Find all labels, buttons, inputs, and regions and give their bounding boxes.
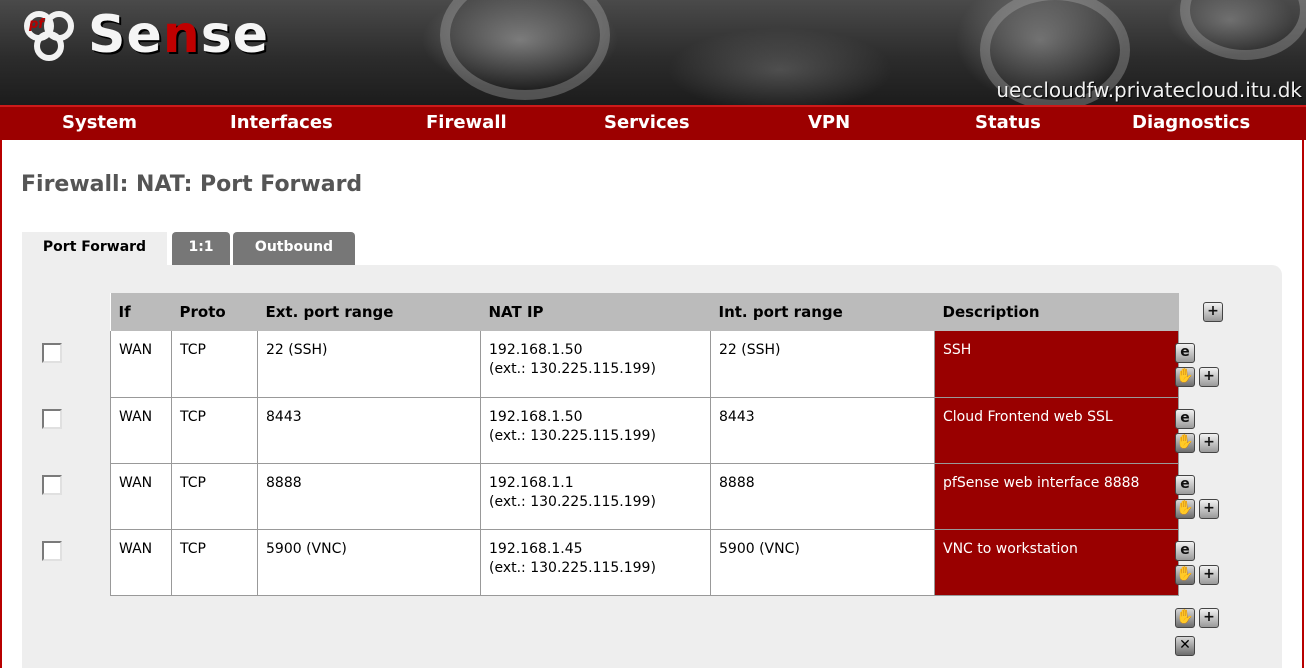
cell-ext-port: 5900 (VNC) bbox=[257, 529, 481, 596]
column-header-int-port-range: Int. port range bbox=[710, 293, 935, 331]
add-rule-icon[interactable]: + bbox=[1199, 499, 1219, 519]
column-header-ext-port-range: Ext. port range bbox=[257, 293, 481, 331]
add-rule-icon[interactable]: + bbox=[1199, 565, 1219, 585]
cell-if: WAN bbox=[110, 331, 172, 398]
cell-nat-ip: 192.168.1.1 (ext.: 130.225.115.199) bbox=[480, 463, 711, 530]
header-banner: pf Sense ueccloudfw.privatecloud.itu.dk bbox=[0, 0, 1306, 105]
cell-if: WAN bbox=[110, 397, 172, 464]
tab-port-forward[interactable]: Port Forward bbox=[22, 232, 167, 265]
cell-description: Cloud Frontend web SSL bbox=[934, 397, 1179, 464]
add-rule-icon[interactable]: + bbox=[1199, 433, 1219, 453]
cell-int-port: 22 (SSH) bbox=[710, 331, 935, 398]
tab-outbound[interactable]: Outbound bbox=[233, 232, 355, 265]
edit-icon[interactable]: e bbox=[1175, 409, 1195, 429]
nat-ext-ip: (ext.: 130.225.115.199) bbox=[489, 559, 656, 576]
table-row[interactable]: WAN TCP 8443 192.168.1.50 (ext.: 130.225.… bbox=[110, 397, 1179, 464]
cell-nat-ip: 192.168.1.50 (ext.: 130.225.115.199) bbox=[480, 331, 711, 398]
cell-if: WAN bbox=[110, 463, 172, 530]
move-icon[interactable]: ✋ bbox=[1175, 433, 1195, 453]
table-row[interactable]: WAN TCP 22 (SSH) 192.168.1.50 (ext.: 130.… bbox=[110, 331, 1179, 398]
column-header-nat-ip: NAT IP bbox=[480, 293, 711, 331]
nav-diagnostics[interactable]: Diagnostics bbox=[1132, 112, 1250, 133]
banner-decoration bbox=[1180, 0, 1306, 60]
delete-icon[interactable]: ✕ bbox=[1175, 636, 1195, 656]
edit-icon[interactable]: e bbox=[1175, 475, 1195, 495]
nat-ip: 192.168.1.50 bbox=[489, 408, 583, 425]
logo-text: Sense bbox=[88, 5, 269, 65]
cell-ext-port: 22 (SSH) bbox=[257, 331, 481, 398]
row-select-checkbox[interactable] bbox=[42, 409, 62, 429]
cell-description: VNC to workstation bbox=[934, 529, 1179, 596]
table-header-row: If Proto Ext. port range NAT IP Int. por… bbox=[110, 293, 1179, 331]
nat-ip: 192.168.1.45 bbox=[489, 540, 583, 557]
cell-int-port: 5900 (VNC) bbox=[710, 529, 935, 596]
add-rule-icon[interactable]: + bbox=[1199, 367, 1219, 387]
cell-proto: TCP bbox=[171, 397, 258, 464]
nat-ext-ip: (ext.: 130.225.115.199) bbox=[489, 361, 656, 377]
cell-description: SSH bbox=[934, 331, 1179, 398]
cell-proto: TCP bbox=[171, 331, 258, 398]
pfsense-logo[interactable]: pf Sense bbox=[20, 4, 269, 66]
row-select-checkbox[interactable] bbox=[42, 343, 62, 363]
logo-prefix: pf bbox=[29, 17, 44, 32]
nav-status[interactable]: Status bbox=[975, 112, 1041, 133]
cell-description: pfSense web interface 8888 bbox=[934, 463, 1179, 530]
move-icon[interactable]: ✋ bbox=[1175, 499, 1195, 519]
table-row[interactable]: WAN TCP 5900 (VNC) 192.168.1.45 (ext.: 13… bbox=[110, 529, 1179, 596]
cell-if: WAN bbox=[110, 529, 172, 596]
pfsense-logo-icon: pf bbox=[20, 7, 88, 63]
column-header-proto: Proto bbox=[171, 293, 258, 331]
tab-1-to-1[interactable]: 1:1 bbox=[172, 232, 230, 265]
banner-decoration bbox=[440, 0, 610, 100]
column-header-description: Description bbox=[934, 293, 1179, 331]
edit-icon[interactable]: e bbox=[1175, 541, 1195, 561]
cell-int-port: 8888 bbox=[710, 463, 935, 530]
cell-ext-port: 8443 bbox=[257, 397, 481, 464]
edit-icon[interactable]: e bbox=[1175, 343, 1195, 363]
move-icon[interactable]: ✋ bbox=[1175, 367, 1195, 387]
nat-ip: 192.168.1.1 bbox=[489, 474, 574, 491]
page-title: Firewall: NAT: Port Forward bbox=[21, 172, 363, 197]
nav-system[interactable]: System bbox=[62, 112, 137, 133]
row-select-checkbox[interactable] bbox=[42, 541, 62, 561]
cell-ext-port: 8888 bbox=[257, 463, 481, 530]
row-select-checkbox[interactable] bbox=[42, 475, 62, 495]
move-icon[interactable]: ✋ bbox=[1175, 608, 1195, 628]
cell-proto: TCP bbox=[171, 529, 258, 596]
move-icon[interactable]: ✋ bbox=[1175, 565, 1195, 585]
cell-proto: TCP bbox=[171, 463, 258, 530]
cell-int-port: 8443 bbox=[710, 397, 935, 464]
port-forward-table: If Proto Ext. port range NAT IP Int. por… bbox=[110, 293, 1179, 596]
nav-firewall[interactable]: Firewall bbox=[426, 112, 507, 133]
nat-ext-ip: (ext.: 130.225.115.199) bbox=[489, 493, 656, 510]
hostname: ueccloudfw.privatecloud.itu.dk bbox=[996, 78, 1302, 102]
main-nav: System Interfaces Firewall Services VPN … bbox=[0, 105, 1306, 140]
nav-vpn[interactable]: VPN bbox=[808, 112, 850, 133]
nav-interfaces[interactable]: Interfaces bbox=[230, 112, 333, 133]
nat-ext-ip: (ext.: 130.225.115.199) bbox=[489, 427, 656, 444]
add-rule-icon[interactable]: + bbox=[1199, 608, 1219, 628]
nat-ip: 192.168.1.50 bbox=[489, 342, 583, 358]
nav-services[interactable]: Services bbox=[604, 112, 690, 133]
cell-nat-ip: 192.168.1.45 (ext.: 130.225.115.199) bbox=[480, 529, 711, 596]
column-header-if: If bbox=[110, 293, 172, 331]
cell-nat-ip: 192.168.1.50 (ext.: 130.225.115.199) bbox=[480, 397, 711, 464]
add-rule-icon[interactable]: + bbox=[1203, 302, 1223, 322]
table-row[interactable]: WAN TCP 8888 192.168.1.1 (ext.: 130.225.1… bbox=[110, 463, 1179, 530]
